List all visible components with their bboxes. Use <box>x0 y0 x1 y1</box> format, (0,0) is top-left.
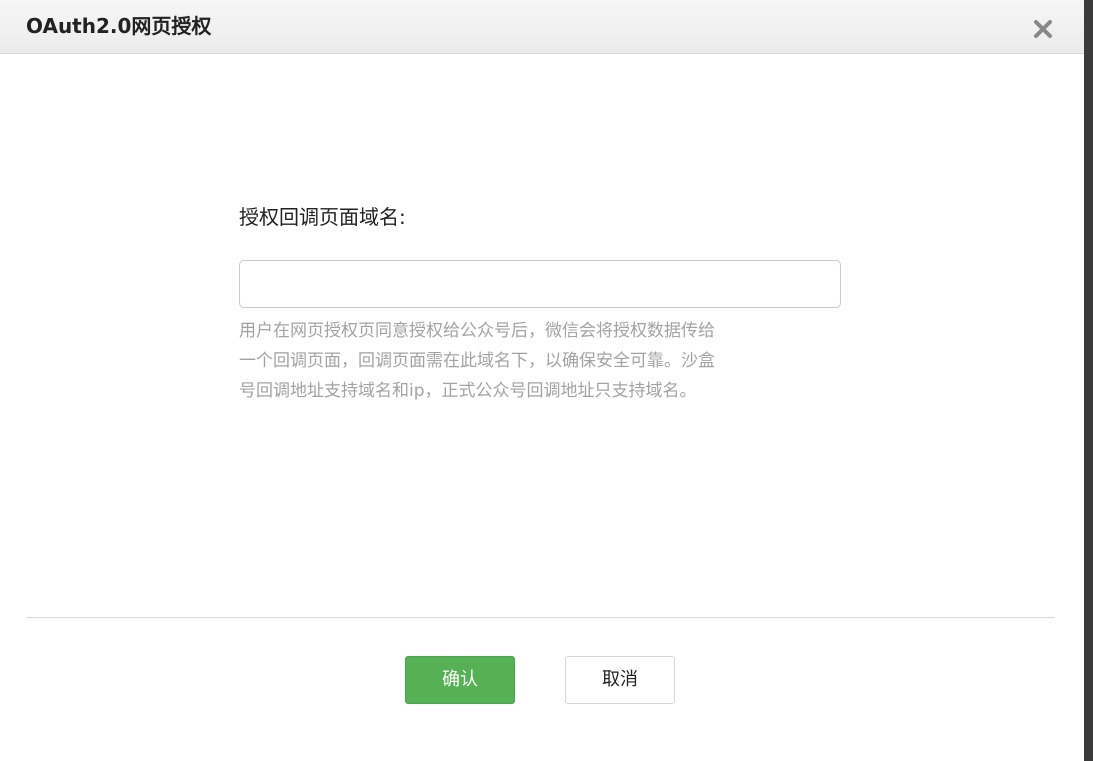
help-text-line: 号回调地址支持域名和ip，正式公众号回调地址只支持域名。 <box>239 381 697 401</box>
oauth-dialog: OAuth2.0网页授权 授权回调页面域名: 用户在网页授权页同意授权给公众号后… <box>0 0 1084 761</box>
callback-domain-input[interactable] <box>239 260 841 308</box>
help-text-line: 一个回调页面，回调页面需在此域名下，以确保安全可靠。沙盒 <box>239 351 715 371</box>
close-icon <box>1034 20 1052 38</box>
window-edge <box>1084 0 1093 761</box>
callback-domain-label: 授权回调页面域名: <box>239 205 406 229</box>
close-button[interactable] <box>1026 12 1060 46</box>
footer-divider <box>26 617 1055 618</box>
cancel-button[interactable]: 取消 <box>565 656 675 704</box>
dialog-title: OAuth2.0网页授权 <box>26 14 212 38</box>
dialog-header: OAuth2.0网页授权 <box>0 0 1084 54</box>
confirm-button[interactable]: 确认 <box>405 656 515 704</box>
help-text: 用户在网页授权页同意授权给公众号后，微信会将授权数据传给 一个回调页面，回调页面… <box>239 316 841 406</box>
help-text-line: 用户在网页授权页同意授权给公众号后，微信会将授权数据传给 <box>239 321 715 341</box>
